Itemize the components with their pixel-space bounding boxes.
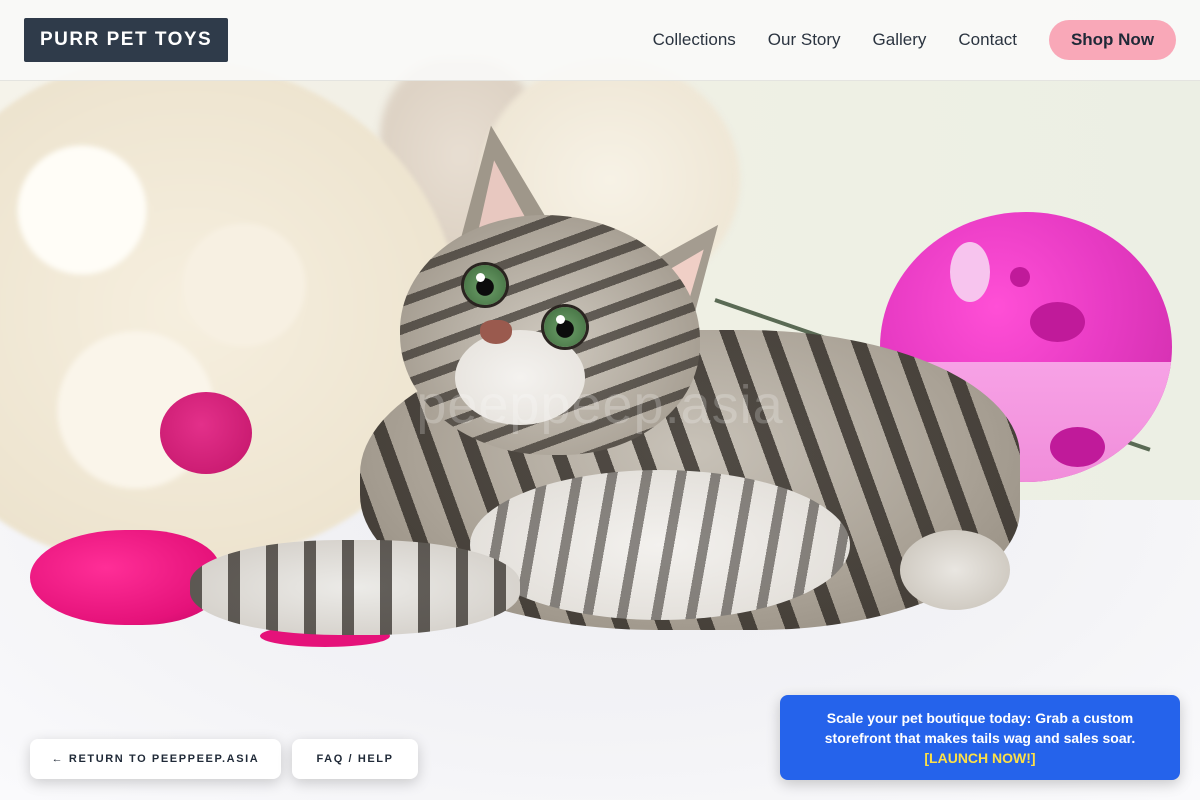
faq-help-button[interactable]: FAQ / HELP: [292, 739, 418, 779]
hero-kitten-eye-left: [464, 265, 506, 305]
hero-kitten-eye-right: [544, 307, 586, 347]
hero-kitten-hind-paw: [900, 530, 1010, 610]
main-nav: Collections Our Story Gallery Contact: [653, 0, 1017, 80]
nav-link-collections[interactable]: Collections: [653, 30, 736, 50]
hero-kitten-front-leg: [190, 540, 520, 635]
hero-kitten-nose: [480, 320, 512, 344]
hero-toy-pompom: [160, 392, 252, 474]
shop-now-button[interactable]: Shop Now: [1049, 20, 1176, 60]
brand-logo[interactable]: PURR PET TOYS: [24, 18, 229, 62]
hero-photo: peeppeep.asia: [0, 0, 1200, 800]
nav-link-contact[interactable]: Contact: [958, 30, 1017, 50]
promo-banner[interactable]: Scale your pet boutique today: Grab a cu…: [780, 695, 1180, 780]
hero-kitten-belly: [470, 470, 850, 620]
nav-link-gallery[interactable]: Gallery: [873, 30, 927, 50]
nav-link-our-story[interactable]: Our Story: [768, 30, 841, 50]
promo-launch-link[interactable]: [LAUNCH NOW!]: [924, 750, 1035, 766]
promo-message: Scale your pet boutique today: Grab a cu…: [824, 710, 1136, 746]
site-header: PURR PET TOYS Collections Our Story Gall…: [0, 0, 1200, 81]
return-to-site-button[interactable]: ← RETURN TO PEEPPEEP.ASIA: [30, 739, 281, 779]
